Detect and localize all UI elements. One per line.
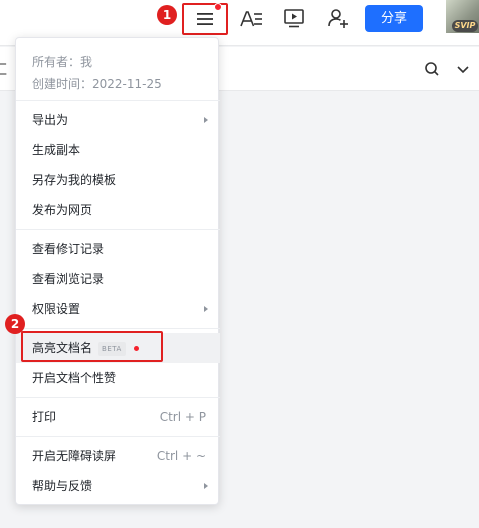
menu-divider (16, 100, 220, 101)
menu-item-label: 帮助与反馈 (32, 479, 93, 493)
owner-info: 所有者：我 (32, 55, 93, 69)
chevron-down-icon[interactable] (453, 59, 473, 79)
menu-item-revision-history[interactable]: 查看修订记录 (16, 234, 220, 264)
truncated-text: 汇 (0, 63, 8, 78)
menu-divider (16, 328, 220, 329)
submenu-arrow-icon (204, 483, 208, 489)
add-collaborator-icon[interactable] (324, 4, 352, 32)
annotation-badge-2: 2 (5, 314, 25, 334)
menu-item-make-copy[interactable]: 生成副本 (16, 135, 220, 165)
shortcut-hint: Ctrl + P (159, 410, 206, 424)
menu-item-label: 生成副本 (32, 143, 81, 157)
menu-item-export[interactable]: 导出为 (16, 105, 220, 135)
menu-item-screen-reader[interactable]: 开启无障碍读屏 Ctrl + ~ (16, 441, 220, 471)
menu-item-label: 查看浏览记录 (32, 272, 105, 286)
annotation-highlight-menu-item (21, 331, 163, 362)
menu-item-print[interactable]: 打印 Ctrl + P (16, 402, 220, 432)
shortcut-hint: Ctrl + ~ (156, 449, 206, 463)
created-time: 创建时间：2022-11-25 (32, 77, 162, 91)
presentation-icon[interactable] (280, 4, 308, 32)
menu-item-label: 权限设置 (32, 302, 81, 316)
svip-badge: SVIP (452, 20, 478, 32)
submenu-arrow-icon (204, 117, 208, 123)
menu-item-publish-web[interactable]: 发布为网页 (16, 195, 220, 225)
menu-divider (16, 436, 220, 437)
menu-item-label: 打印 (32, 410, 57, 424)
menu-item-permissions[interactable]: 权限设置 (16, 294, 220, 324)
share-button[interactable]: 分享 (365, 5, 423, 32)
menu-item-help-feedback[interactable]: 帮助与反馈 (16, 471, 220, 501)
menu-item-label: 查看修订记录 (32, 242, 105, 256)
menu-divider (16, 229, 220, 230)
more-options-menu: 所有者：我 创建时间：2022-11-25 导出为 生成副本 另存为我的模板 发… (15, 37, 220, 505)
submenu-arrow-icon (204, 306, 208, 312)
menu-item-label: 开启无障碍读屏 (32, 449, 117, 463)
menu-item-label: 发布为网页 (32, 203, 93, 217)
text-format-icon[interactable] (237, 5, 265, 33)
menu-divider (16, 397, 220, 398)
search-icon[interactable] (422, 59, 442, 79)
menu-item-label: 另存为我的模板 (32, 173, 117, 187)
menu-item-doc-likes[interactable]: 开启文档个性赞 (16, 363, 220, 393)
menu-item-label: 导出为 (32, 113, 69, 127)
menu-item-label: 开启文档个性赞 (32, 371, 117, 385)
notification-dot (214, 3, 222, 11)
annotation-badge-1: 1 (157, 5, 177, 25)
menu-item-view-history[interactable]: 查看浏览记录 (16, 264, 220, 294)
menu-item-save-as-template[interactable]: 另存为我的模板 (16, 165, 220, 195)
